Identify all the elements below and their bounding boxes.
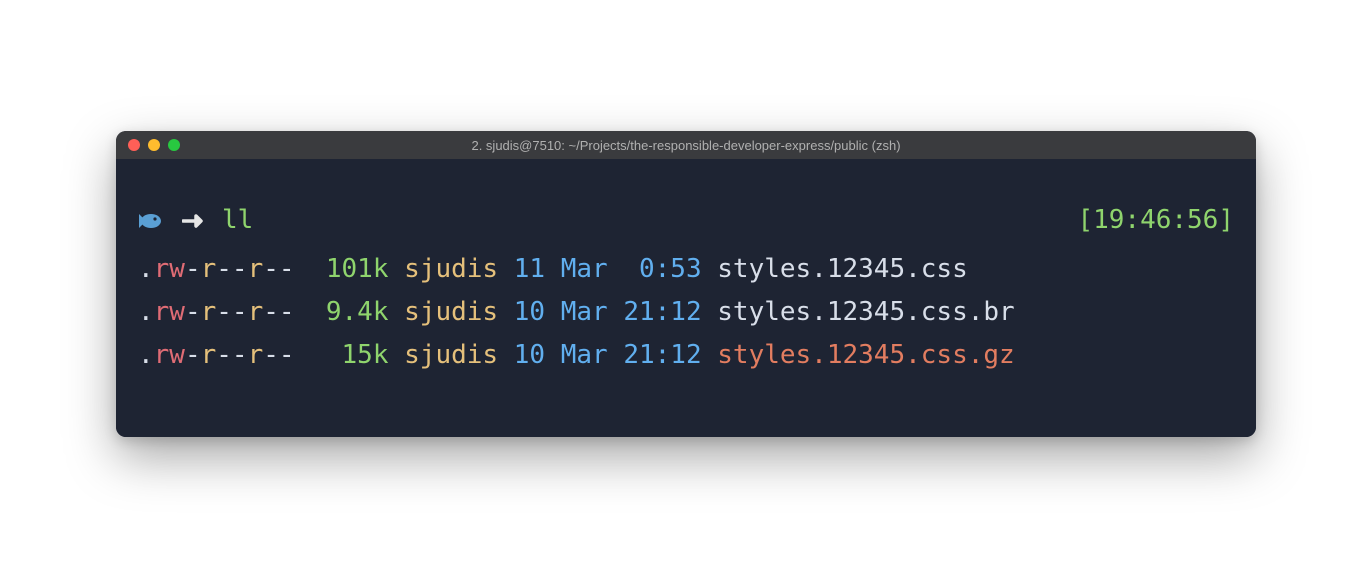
spacer bbox=[702, 340, 718, 370]
terminal-body[interactable]: ll [19:46:56] .rw-r--r-- 101k sjudis 11 … bbox=[116, 159, 1256, 437]
spacer bbox=[545, 340, 561, 370]
spacer bbox=[389, 340, 405, 370]
time: 0:53 bbox=[623, 254, 701, 284]
user: sjudis bbox=[404, 254, 498, 284]
terminal-window: 2. sjudis@7510: ~/Projects/the-responsib… bbox=[116, 131, 1256, 437]
time: 21:12 bbox=[623, 340, 701, 370]
minimize-icon[interactable] bbox=[148, 139, 160, 151]
perm-rw: rw bbox=[154, 297, 185, 327]
time: 21:12 bbox=[623, 297, 701, 327]
close-icon[interactable] bbox=[128, 139, 140, 151]
arrow-icon bbox=[182, 212, 208, 230]
perm-dash2: -- bbox=[263, 254, 294, 284]
perm-dash1: -- bbox=[216, 297, 247, 327]
perm-sep1: - bbox=[185, 340, 201, 370]
size: 15k bbox=[342, 340, 389, 370]
perm-r2: r bbox=[248, 297, 264, 327]
list-item: .rw-r--r-- 9.4k sjudis 10 Mar 21:12 styl… bbox=[138, 291, 1234, 334]
filename: styles.12345.css.br bbox=[717, 297, 1014, 327]
perm-r1: r bbox=[201, 340, 217, 370]
spacer bbox=[545, 297, 561, 327]
spacer bbox=[295, 254, 326, 284]
fish-icon bbox=[138, 210, 168, 232]
month: Mar bbox=[561, 254, 608, 284]
perm-dash2: -- bbox=[263, 340, 294, 370]
prompt-line: ll [19:46:56] bbox=[138, 199, 1234, 242]
prompt-left: ll bbox=[138, 199, 253, 242]
day: 11 bbox=[514, 254, 545, 284]
file-listing: .rw-r--r-- 101k sjudis 11 Mar 0:53 style… bbox=[138, 248, 1234, 377]
spacer bbox=[608, 297, 624, 327]
perm-dash1: -- bbox=[216, 340, 247, 370]
spacer bbox=[498, 340, 514, 370]
perm-dot: . bbox=[138, 254, 154, 284]
perm-dash1: -- bbox=[216, 254, 247, 284]
perm-r1: r bbox=[201, 297, 217, 327]
titlebar: 2. sjudis@7510: ~/Projects/the-responsib… bbox=[116, 131, 1256, 159]
perm-r2: r bbox=[248, 340, 264, 370]
size: 9.4k bbox=[326, 297, 389, 327]
maximize-icon[interactable] bbox=[168, 139, 180, 151]
perm-sep1: - bbox=[185, 297, 201, 327]
list-item: .rw-r--r-- 101k sjudis 11 Mar 0:53 style… bbox=[138, 248, 1234, 291]
command-text: ll bbox=[222, 199, 253, 242]
perm-r1: r bbox=[201, 254, 217, 284]
spacer bbox=[608, 340, 624, 370]
spacer bbox=[608, 254, 624, 284]
spacer bbox=[389, 254, 405, 284]
size: 101k bbox=[326, 254, 389, 284]
spacer bbox=[295, 340, 342, 370]
perm-rw: rw bbox=[154, 254, 185, 284]
day: 10 bbox=[514, 340, 545, 370]
user: sjudis bbox=[404, 340, 498, 370]
spacer bbox=[389, 297, 405, 327]
perm-rw: rw bbox=[154, 340, 185, 370]
spacer bbox=[295, 297, 326, 327]
perm-dot: . bbox=[138, 297, 154, 327]
perm-sep1: - bbox=[185, 254, 201, 284]
spacer bbox=[498, 254, 514, 284]
window-title: 2. sjudis@7510: ~/Projects/the-responsib… bbox=[471, 138, 900, 153]
month: Mar bbox=[561, 297, 608, 327]
filename: styles.12345.css.gz bbox=[717, 340, 1014, 370]
spacer bbox=[702, 297, 718, 327]
spacer bbox=[498, 297, 514, 327]
perm-dot: . bbox=[138, 340, 154, 370]
traffic-lights bbox=[128, 139, 180, 151]
timestamp: [19:46:56] bbox=[1077, 199, 1234, 242]
day: 10 bbox=[514, 297, 545, 327]
month: Mar bbox=[561, 340, 608, 370]
perm-r2: r bbox=[248, 254, 264, 284]
spacer bbox=[545, 254, 561, 284]
spacer bbox=[702, 254, 718, 284]
filename: styles.12345.css bbox=[717, 254, 967, 284]
user: sjudis bbox=[404, 297, 498, 327]
perm-dash2: -- bbox=[263, 297, 294, 327]
list-item: .rw-r--r-- 15k sjudis 10 Mar 21:12 style… bbox=[138, 334, 1234, 377]
